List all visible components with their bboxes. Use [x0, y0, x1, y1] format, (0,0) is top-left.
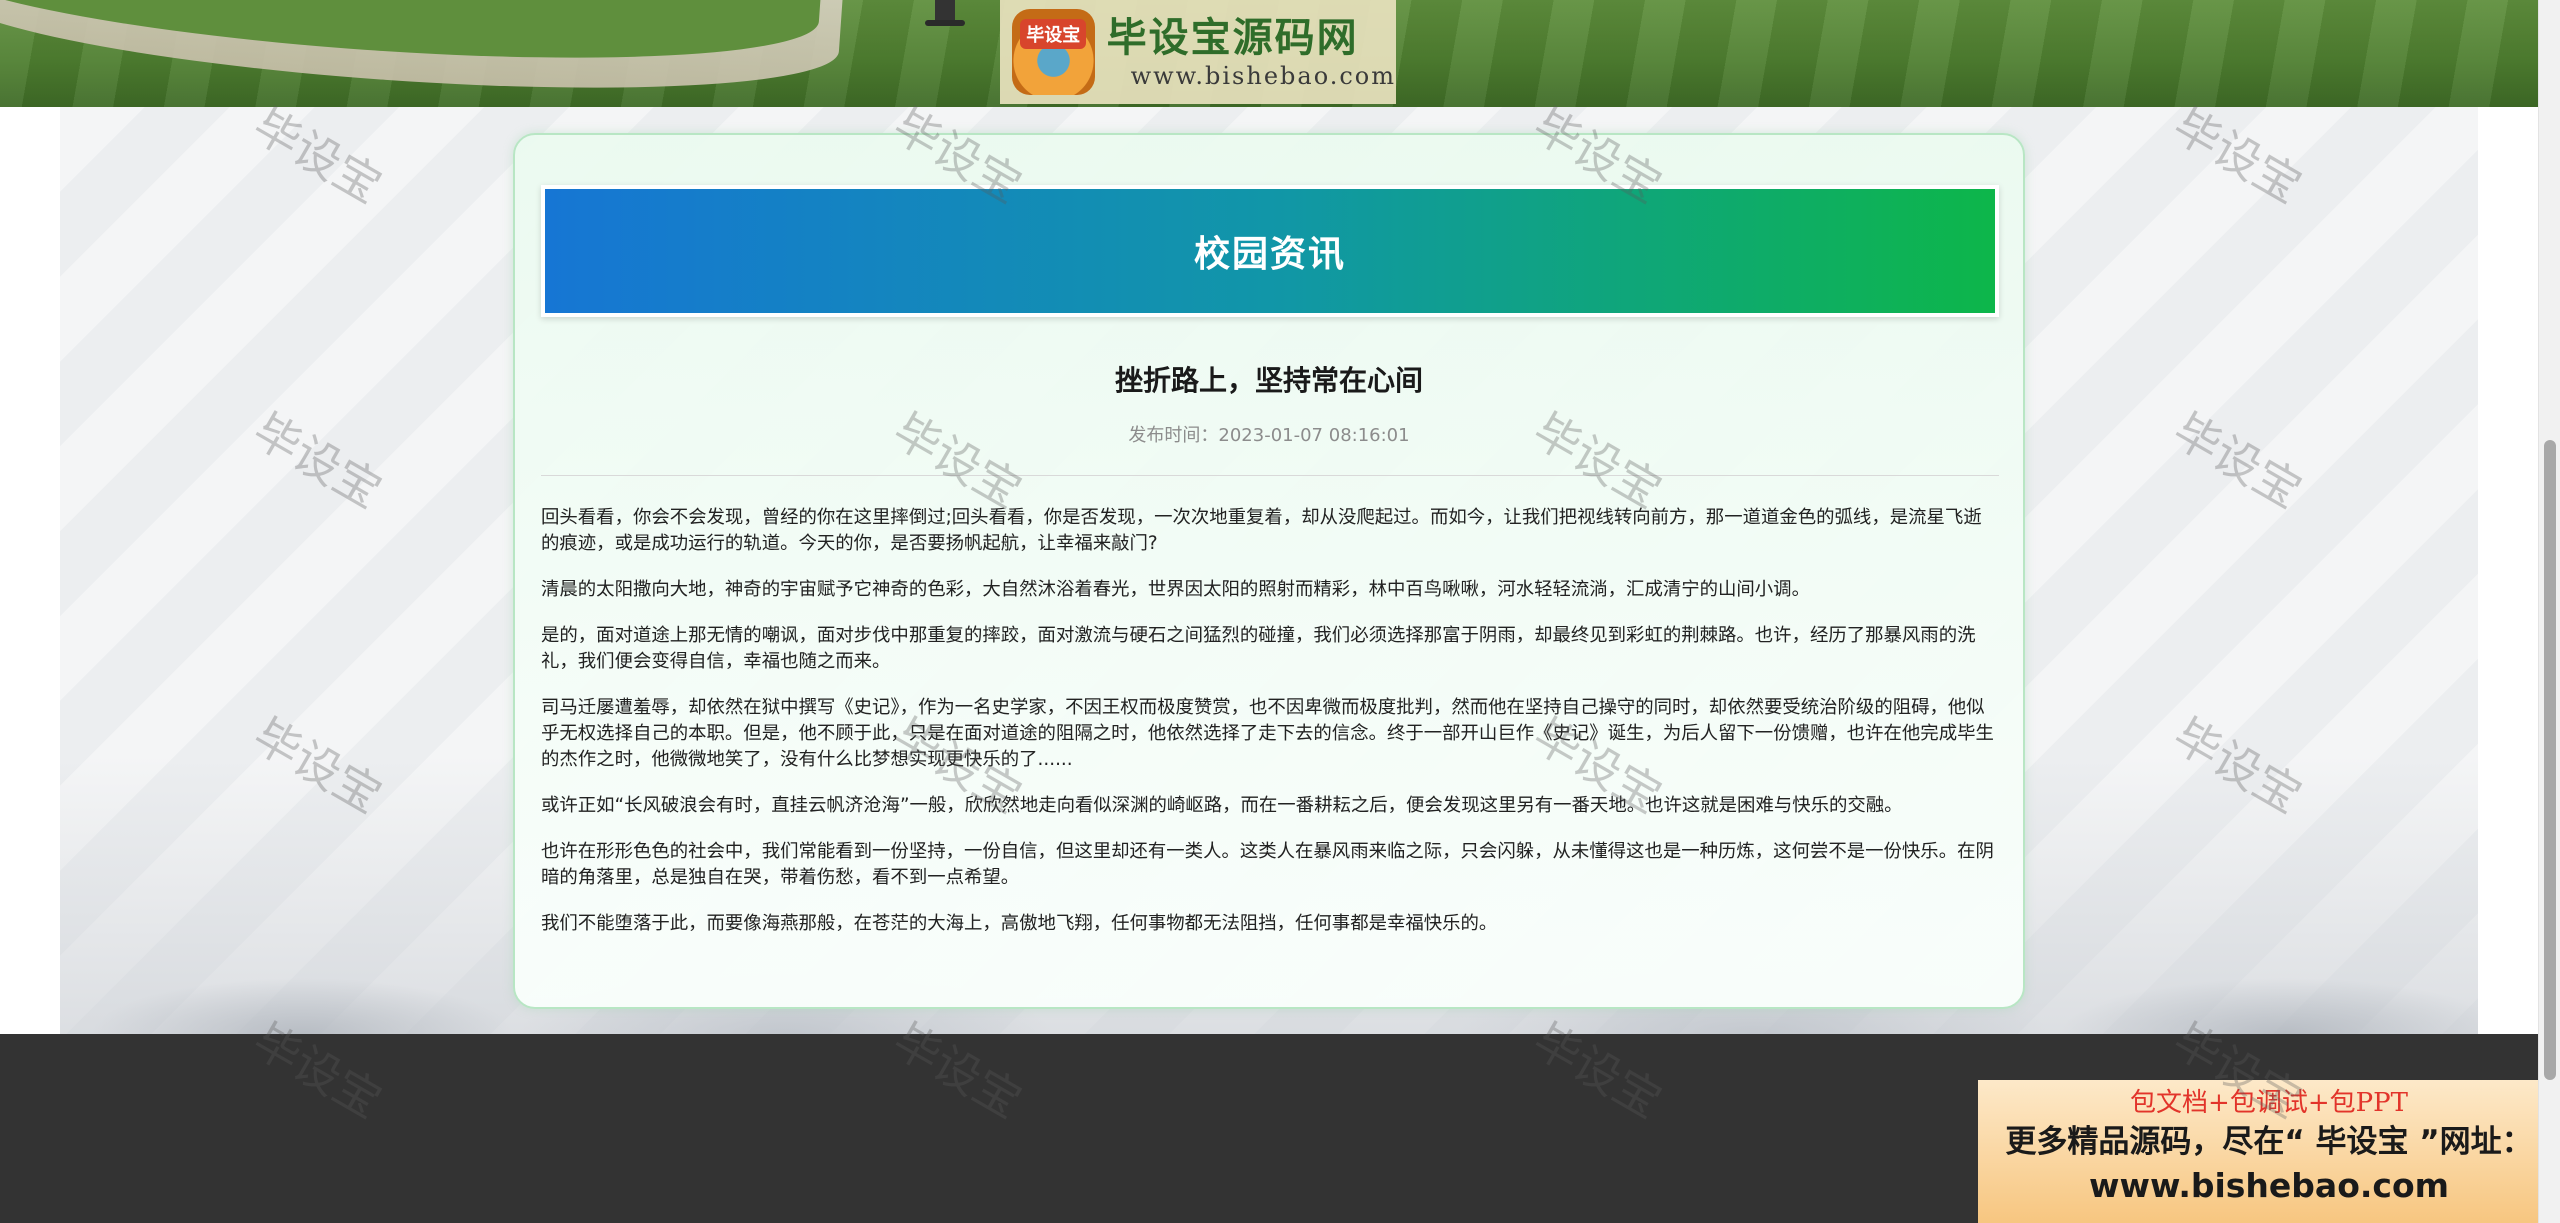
article-paragraph: 是的，面对道途上那无情的嘲讽，面对步伐中那重复的摔跤，面对激流与硬石之间猛烈的碰…	[541, 625, 1976, 672]
logo-title: 毕设宝源码网	[1106, 15, 1359, 61]
section-title: 校园资讯	[1193, 234, 1346, 275]
logo-texts: 毕设宝源码网 www.bishebao.com	[1107, 14, 1396, 90]
scrollbar-thumb[interactable]	[2544, 440, 2556, 1080]
article-paragraph: 也许在形形色色的社会中，我们常能看到一份坚持，一份自信，但这里却还有一类人。这类…	[541, 841, 1994, 888]
article-title: 挫折路上，坚持常在心间	[1114, 364, 1423, 397]
promo-text: 更多精品源码，尽在“ 毕设宝 ”网址：	[2005, 1124, 2533, 1160]
section-header: 校园资讯	[541, 185, 1999, 317]
article-paragraph: 我们不能堕落于此，而要像海燕那般，在苍茫的大海上，高傲地飞翔，任何事物都无法阻挡…	[541, 913, 1498, 934]
promo-tagline: 包文档+包调试+包PPT	[2130, 1088, 2408, 1118]
published-label: 发布时间：	[1128, 425, 1219, 446]
article-paragraph: 司马迁屡遭羞辱，却依然在狱中撰写《史记》，作为一名史学家，不因王权而极度赞赏，也…	[541, 697, 1994, 770]
article-meta: 发布时间：2023-01-07 08:16:01	[515, 421, 2023, 447]
logo-badge-icon: 毕设宝	[1012, 9, 1095, 95]
page-scrollbar[interactable]	[2538, 0, 2560, 1223]
article-paragraph: 或许正如“长风破浪会有时，直挂云帆济沧海”一般，欣欣然地走向看似深渊的崎岖路，而…	[541, 795, 1903, 816]
logo-badge-text: 毕设宝	[1020, 19, 1087, 49]
promo-url[interactable]: www.bishebao.com	[1978, 1164, 2560, 1208]
article-card: 校园资讯 挫折路上，坚持常在心间 发布时间：2023-01-07 08:16:0…	[513, 133, 2025, 1009]
logo-url: www.bishebao.com	[1130, 62, 1396, 90]
site-logo[interactable]: 毕设宝 毕设宝源码网 www.bishebao.com	[1000, 0, 1396, 104]
page: 毕设宝 毕设宝源码网 www.bishebao.com 校园资讯 挫折路上，坚持…	[0, 0, 2560, 1223]
article-paragraph: 回头看看，你会不会发现，曾经的你在这里摔倒过;回头看看，你是否发现，一次次地重复…	[541, 507, 1982, 554]
article-body: 回头看看，你会不会发现，曾经的你在这里摔倒过;回头看看，你是否发现，一次次地重复…	[541, 505, 1999, 957]
promo-banner[interactable]: 包文档+包调试+包PPT 更多精品源码，尽在“ 毕设宝 ”网址： www.bis…	[1978, 1080, 2560, 1223]
divider	[541, 475, 1999, 476]
banner-lamp-decoration	[925, 0, 965, 26]
published-time: 2023-01-07 08:16:01	[1218, 425, 1410, 446]
article-paragraph: 清晨的太阳撒向大地，神奇的宇宙赋予它神奇的色彩，大自然沐浴着春光，世界因太阳的照…	[541, 579, 1810, 600]
